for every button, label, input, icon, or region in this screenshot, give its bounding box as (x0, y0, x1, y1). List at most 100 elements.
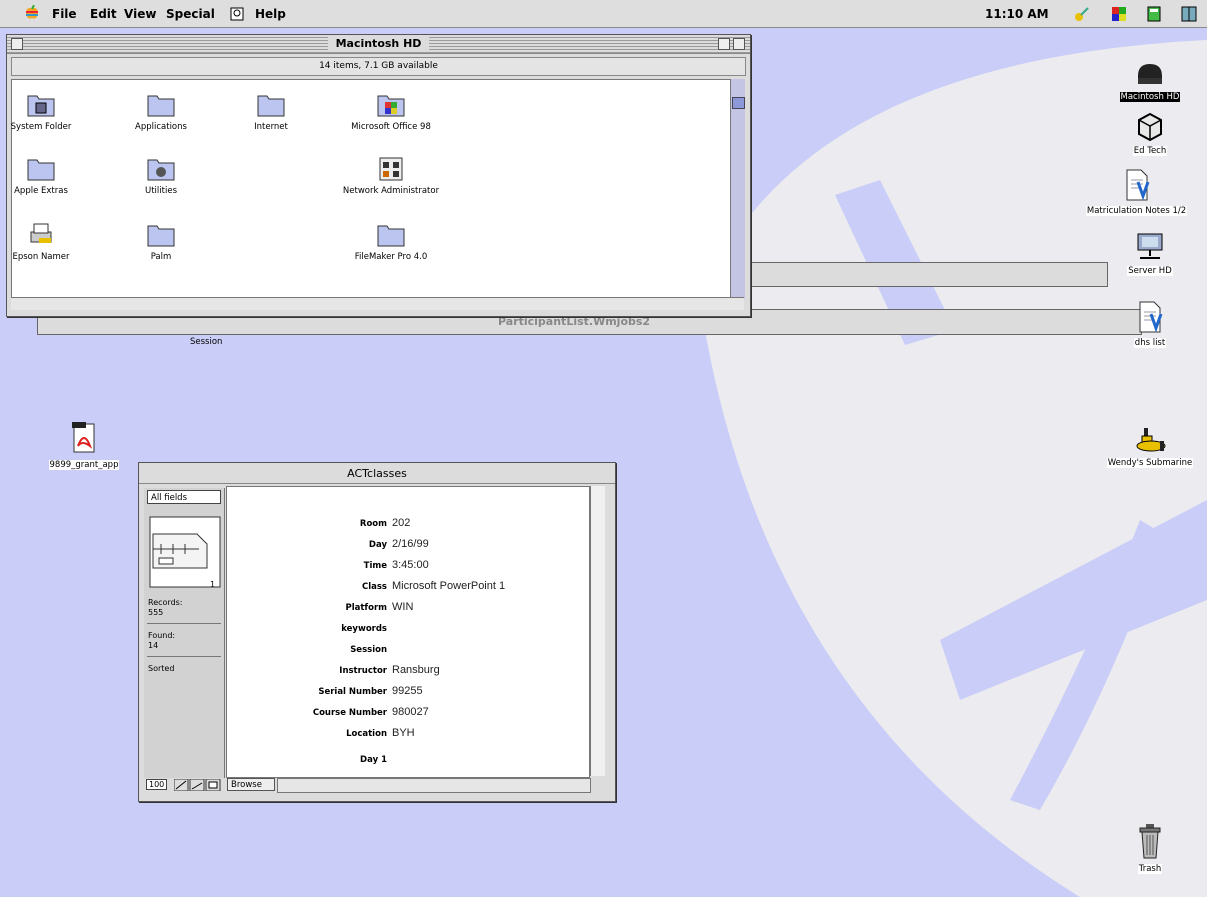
menu-help[interactable]: Help (255, 7, 286, 21)
field-value[interactable]: BYH (392, 727, 415, 739)
field-value[interactable]: 3:45:00 (392, 559, 429, 571)
apple-menu-icon[interactable] (24, 5, 40, 21)
background-window-titlebar[interactable] (740, 262, 1108, 287)
form-vertical-scrollbar[interactable] (590, 486, 605, 776)
field-value[interactable]: WIN (392, 601, 413, 613)
field-keywords: keywords (227, 622, 567, 636)
status-area: All fields 1 Records: 555 Found: 14 Sort… (144, 488, 225, 778)
finder-item-palm[interactable]: Palm (106, 218, 216, 262)
zoom-level[interactable]: 100 (146, 779, 168, 790)
zoom-box-icon[interactable] (718, 38, 730, 50)
pdf-icon (72, 422, 95, 453)
mode-menu[interactable]: Browse (227, 778, 275, 791)
desktop-icon-label: Trash (1137, 864, 1163, 874)
utilities-folder-icon (147, 159, 175, 181)
desktop-icon-ed-tech[interactable]: Ed Tech (1100, 110, 1200, 156)
field-value[interactable]: 2/16/99 (392, 538, 429, 550)
session-label: Session (190, 337, 223, 347)
document-icon (1126, 169, 1149, 201)
field-value[interactable]: Microsoft PowerPoint 1 (392, 580, 505, 592)
finder-item-count: 14 items, 7.1 GB available (319, 61, 438, 71)
desktop-icon-label: Wendy's Submarine (1106, 458, 1194, 468)
desktop-icon-matriculation-notes[interactable]: Matriculation Notes 1/2 (1066, 168, 1207, 216)
field-class: Class Microsoft PowerPoint 1 (227, 580, 567, 594)
finder-item-utilities[interactable]: Utilities (106, 152, 216, 196)
scroll-thumb[interactable] (732, 97, 745, 109)
field-label: Serial Number (318, 687, 387, 697)
menubar-clock[interactable]: 11:10 AM (985, 7, 1049, 21)
folder-icon (257, 95, 285, 117)
field-label: Session (350, 645, 387, 655)
finder-item-label: Palm (150, 252, 172, 262)
finder-item-label: Epson Namer (12, 252, 70, 262)
form-horizontal-scrollbar[interactable] (277, 778, 591, 793)
desktop-icon-trash[interactable]: Trash (1125, 822, 1175, 874)
finder-item-microsoft-office[interactable]: Microsoft Office 98 (336, 88, 446, 132)
finder-item-internet[interactable]: Internet (216, 88, 326, 132)
finder-item-apple-extras[interactable]: Apple Extras (0, 152, 96, 196)
printer-icon (30, 223, 52, 243)
network-admin-icon (379, 157, 403, 181)
folder-icon (147, 225, 175, 247)
book-navigator-icon[interactable] (149, 516, 221, 588)
zoom-buttons-icon[interactable] (174, 779, 222, 791)
menu-view[interactable]: View (124, 7, 156, 21)
app-switcher-icon[interactable] (228, 5, 246, 23)
desktop-icon-label: Macintosh HD (1119, 92, 1181, 102)
finder-content: System Folder Applications Internet Micr… (11, 79, 735, 299)
field-room: Room 202 (227, 517, 567, 531)
desktop-icon-dhs-list[interactable]: dhs list (1115, 300, 1185, 348)
field-value[interactable]: 99255 (392, 685, 423, 697)
field-value[interactable]: 202 (392, 517, 410, 529)
menu-special[interactable]: Special (166, 7, 215, 21)
control-strip-icon[interactable] (1110, 5, 1128, 23)
hard-drive-icon (1138, 64, 1162, 84)
submarine-icon (1136, 428, 1166, 452)
finder-item-label: System Folder (10, 122, 72, 132)
finder-info-bar: 14 items, 7.1 GB available (11, 57, 746, 76)
desktop-icon-server-hd[interactable]: Server HD (1110, 232, 1190, 276)
finder-titlebar[interactable]: Macintosh HD (7, 35, 750, 54)
folder-icon (377, 225, 405, 247)
divider (147, 623, 221, 624)
document-icon (1139, 301, 1163, 333)
desktop-icon-wendys-submarine[interactable]: Wendy's Submarine (1093, 422, 1207, 468)
menu-bar: File Edit View Special Help 11:10 AM (0, 0, 1207, 28)
finder-item-applications[interactable]: Applications (106, 88, 216, 132)
layout-menu[interactable]: All fields (147, 490, 221, 504)
finder-horizontal-scrollbar[interactable] (11, 297, 744, 310)
finder-vertical-scrollbar[interactable] (730, 79, 745, 299)
desktop-icon-grant-app[interactable]: 9899_grant_app (34, 420, 134, 470)
network-icon[interactable] (1073, 5, 1091, 23)
system-folder-icon (27, 95, 55, 117)
filemaker-titlebar[interactable]: ACTclasses (139, 463, 615, 484)
finder-item-filemaker-pro[interactable]: FileMaker Pro 4.0 (336, 218, 446, 262)
field-course-number: Course Number 980027 (227, 706, 567, 720)
desktop-icon-macintosh-hd[interactable]: Macintosh HD (1100, 62, 1200, 102)
folder-icon (27, 159, 55, 181)
menu-file[interactable]: File (52, 7, 77, 21)
collapse-box-icon[interactable] (733, 38, 745, 50)
field-label: Location (346, 729, 387, 739)
finder-app-icon[interactable] (1180, 5, 1198, 23)
close-box-icon[interactable] (11, 38, 23, 50)
book-icon[interactable] (1145, 5, 1163, 23)
field-value[interactable]: 980027 (392, 706, 429, 718)
filemaker-window[interactable]: ACTclasses All fields 1 Records: 555 Fou… (138, 462, 616, 802)
found-count: 14 (148, 641, 159, 650)
finder-item-label: Applications (135, 122, 187, 132)
field-label: Day (368, 540, 387, 550)
field-time: Time 3:45:00 (227, 559, 567, 573)
finder-item-system-folder[interactable]: System Folder (0, 88, 96, 132)
finder-item-label: FileMaker Pro 4.0 (354, 252, 428, 262)
finder-item-epson-namer[interactable]: Epson Namer (0, 218, 96, 262)
office-folder-icon (377, 95, 405, 117)
menu-edit[interactable]: Edit (90, 7, 117, 21)
finder-window[interactable]: Macintosh HD 14 items, 7.1 GB available … (6, 34, 751, 317)
field-day1: Day 1 (227, 753, 567, 767)
field-platform: Platform WIN (227, 601, 567, 615)
field-value[interactable]: Ransburg (392, 664, 440, 676)
finder-item-network-administrator[interactable]: Network Administrator (336, 152, 446, 196)
finder-title: Macintosh HD (327, 37, 430, 50)
trash-icon (1139, 824, 1161, 859)
